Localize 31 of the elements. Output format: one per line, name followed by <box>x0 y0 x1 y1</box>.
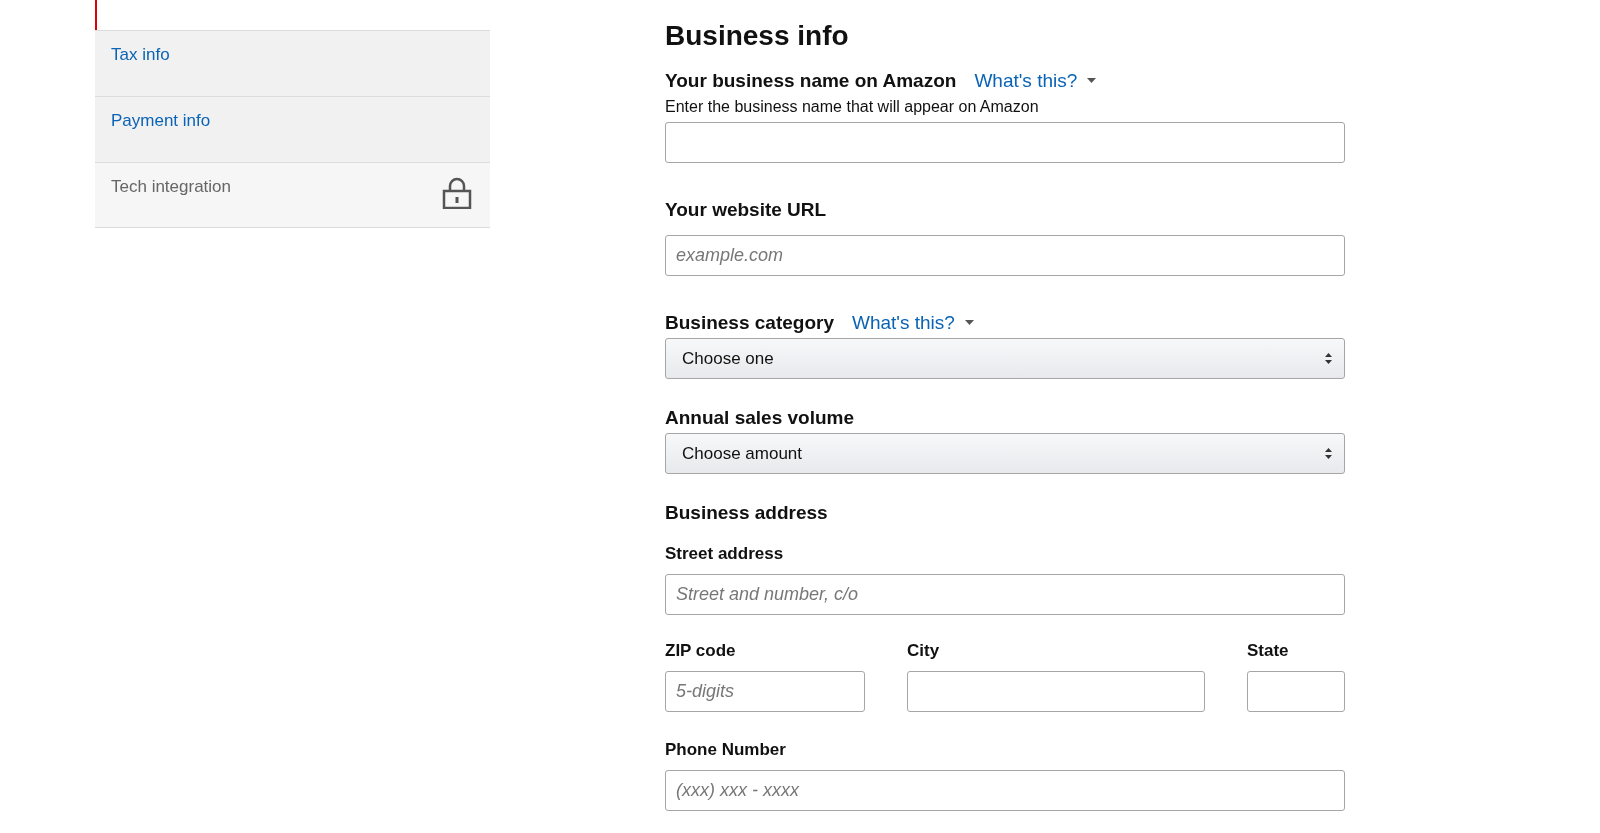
select-arrows-icon <box>1325 353 1332 364</box>
input-field[interactable]: (xxx) xxx - xxxx <box>665 770 1345 811</box>
field-hint: Enter the business name that will appear on Amazon <box>665 98 1040 116</box>
field-label: Your website URL <box>665 199 827 221</box>
field-label: ZIP code <box>665 641 736 661</box>
dropdown-select[interactable]: Choose amount <box>665 433 1345 474</box>
sidebar-item[interactable]: Payment info <box>95 96 490 162</box>
field-label: State <box>1247 641 1289 661</box>
field-label: Business category <box>665 312 834 334</box>
input-field[interactable] <box>665 122 1345 163</box>
field-label: Annual sales volume <box>665 407 854 429</box>
sidebar-item[interactable]: Tax info <box>95 30 490 96</box>
field-label: Your business name on Amazon <box>665 70 957 92</box>
page-title: Business info <box>665 20 850 52</box>
input-field[interactable]: Street and number, c/o <box>665 574 1345 615</box>
dropdown-select[interactable]: Choose one <box>665 338 1345 379</box>
input-field[interactable]: 5-digits <box>665 671 865 712</box>
section-title: Business address <box>665 502 829 524</box>
input-field[interactable] <box>907 671 1205 712</box>
field-label: City <box>907 641 940 661</box>
sidebar-item[interactable]: Tech integration <box>95 162 490 228</box>
help-link[interactable]: What's this? <box>974 70 1097 92</box>
caret-icon <box>964 320 974 326</box>
help-link[interactable]: What's this? <box>851 312 974 334</box>
select-arrows-icon <box>1325 448 1332 459</box>
field-label: Phone Number <box>665 740 786 760</box>
input-field[interactable]: example.com <box>665 235 1345 276</box>
caret-icon <box>1087 78 1097 84</box>
field-label: Street address <box>665 544 784 564</box>
lock-icon <box>442 177 472 209</box>
input-field[interactable] <box>1247 671 1345 712</box>
